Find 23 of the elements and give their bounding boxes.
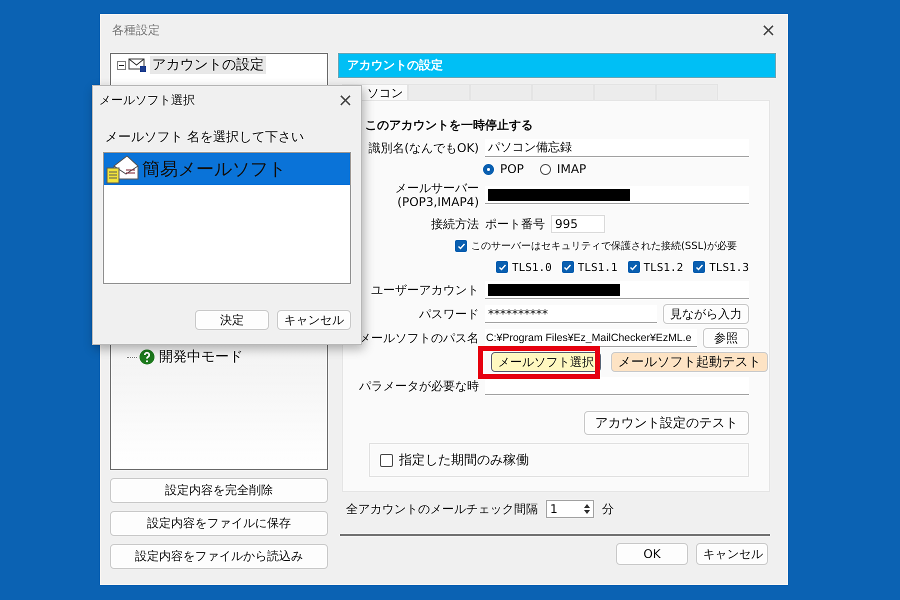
- interval-label: 全アカウントのメールチェック間隔: [346, 500, 538, 518]
- checkbox-label: TLS1.3: [709, 260, 749, 274]
- field-label: (POP3,IMAP4): [397, 195, 479, 209]
- radio-label: POP: [500, 162, 524, 176]
- prompt-label: メールソフト 名を選択して下さい: [105, 129, 306, 146]
- field-label: パスワード: [418, 306, 479, 322]
- port-label: ポート番号: [485, 216, 545, 232]
- pause-label: このアカウントを一時停止する: [365, 117, 534, 134]
- checkbox-label: このサーバーはセキュリティで保護された接続(SSL)が必要: [471, 240, 738, 253]
- field-label: ユーザーアカウント: [370, 282, 479, 298]
- field-label: 識別名(なんでもOK): [367, 140, 479, 156]
- field-label: 接続方法: [430, 216, 479, 232]
- field-label: メールサーバー: [395, 181, 479, 195]
- radio-label: IMAP: [556, 162, 586, 176]
- checkbox-label: TLS1.1: [578, 260, 618, 274]
- field-label: パラメータが必要な時: [358, 378, 479, 394]
- unit-label: 分: [602, 500, 614, 518]
- checkbox-label: TLS1.0: [512, 260, 552, 274]
- window-title: 各種設定: [112, 22, 160, 38]
- dialog-title: メールソフト選択: [99, 92, 195, 108]
- section-header: アカウントの設定: [338, 53, 776, 78]
- checkbox-label: 指定した期間のみ稼働: [399, 452, 529, 469]
- checkbox-label: TLS1.2: [644, 260, 684, 274]
